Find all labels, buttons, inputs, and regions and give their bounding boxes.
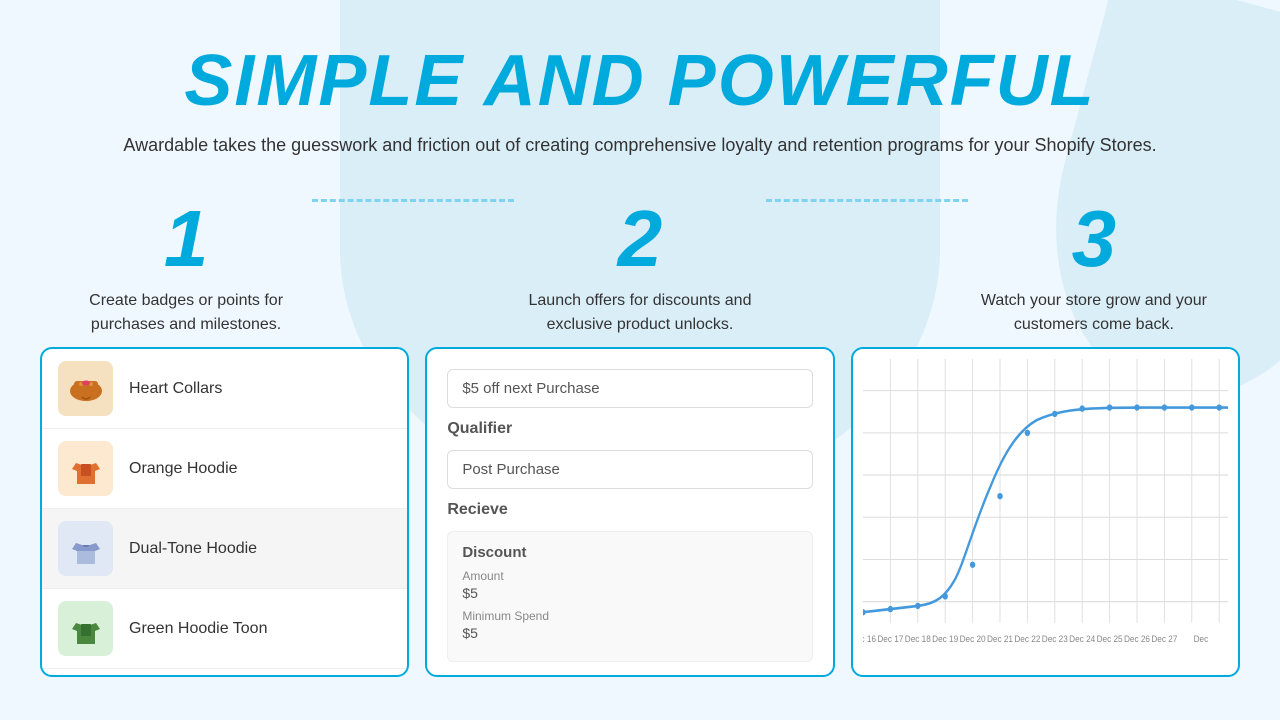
svg-text:Dec 24: Dec 24 — [1069, 633, 1095, 644]
product-name-orange-hoodie: Orange Hoodie — [129, 460, 238, 478]
list-item[interactable]: Dual-Tone Hoodie — [42, 509, 407, 589]
step-1-number: 1 — [60, 199, 312, 279]
cards-section: Heart Collars Orange Hoodie — [0, 347, 1280, 677]
receive-label: Recieve — [447, 501, 812, 519]
discount-section: Discount Amount $5 Minimum Spend $5 — [447, 531, 812, 662]
product-name-collars: Heart Collars — [129, 380, 222, 398]
svg-text:Dec 27: Dec 27 — [1151, 633, 1177, 644]
product-name-green-hoodie: Green Hoodie Toon — [129, 620, 267, 638]
svg-text:Dec 25: Dec 25 — [1096, 633, 1122, 644]
dashed-line-1 — [312, 199, 514, 202]
list-item[interactable]: Green Hoodie Toon — [42, 589, 407, 669]
step-3-desc: Watch your store grow and your customers… — [968, 289, 1220, 337]
svg-text:Dec 23: Dec 23 — [1041, 633, 1067, 644]
product-name-dual-hoodie: Dual-Tone Hoodie — [129, 540, 257, 558]
step-3-number: 3 — [968, 199, 1220, 279]
steps-section: 1 Create badges or points for purchases … — [0, 179, 1280, 347]
list-item[interactable]: Heart Collars — [42, 349, 407, 429]
svg-text:Dec 18: Dec 18 — [904, 633, 930, 644]
svg-text:Dec 26: Dec 26 — [1124, 633, 1150, 644]
offer-form-card: $5 off next Purchase Qualifier Post Purc… — [425, 347, 834, 677]
product-icon-orange-hoodie — [58, 441, 113, 496]
chart-card: Dec 16 Dec 17 Dec 18 Dec 19 Dec 20 Dec 2… — [851, 347, 1240, 677]
step-2: 2 Launch offers for discounts and exclus… — [514, 199, 766, 337]
dashed-line-2 — [766, 199, 968, 202]
discount-label: Discount — [462, 544, 797, 561]
svg-text:Dec 16: Dec 16 — [863, 633, 876, 644]
step-1: 1 Create badges or points for purchases … — [60, 199, 312, 337]
min-spend-value: $5 — [462, 625, 797, 641]
product-list-card: Heart Collars Orange Hoodie — [40, 347, 409, 677]
product-icon-dual-hoodie — [58, 521, 113, 576]
product-icon-collars — [58, 361, 113, 416]
chart-area: Dec 16 Dec 17 Dec 18 Dec 19 Dec 20 Dec 2… — [863, 359, 1228, 665]
svg-text:Dec 20: Dec 20 — [959, 633, 985, 644]
svg-text:Dec 17: Dec 17 — [877, 633, 903, 644]
header-section: SIMPLE AND POWERFUL Awardable takes the … — [0, 0, 1280, 179]
step-3: 3 Watch your store grow and your custome… — [968, 199, 1220, 337]
min-spend-row: Minimum Spend $5 — [462, 609, 797, 641]
svg-text:Dec: Dec — [1193, 633, 1208, 644]
amount-value: $5 — [462, 585, 797, 601]
main-title: SIMPLE AND POWERFUL — [20, 40, 1260, 122]
growth-chart: Dec 16 Dec 17 Dec 18 Dec 19 Dec 20 Dec 2… — [863, 359, 1228, 665]
min-spend-label: Minimum Spend — [462, 609, 797, 623]
product-icon-green-hoodie — [58, 601, 113, 656]
list-item[interactable]: Starry Baby Joy — [42, 669, 407, 677]
connector-2-3 — [766, 199, 968, 242]
list-item[interactable]: Orange Hoodie — [42, 429, 407, 509]
step-1-desc: Create badges or points for purchases an… — [60, 289, 312, 337]
svg-text:Dec 21: Dec 21 — [987, 633, 1013, 644]
svg-text:Dec 22: Dec 22 — [1014, 633, 1040, 644]
amount-label: Amount — [462, 569, 797, 583]
svg-text:Dec 19: Dec 19 — [932, 633, 958, 644]
step-2-desc: Launch offers for discounts and exclusiv… — [514, 289, 766, 337]
connector-1-2 — [312, 199, 514, 242]
qualifier-label: Qualifier — [447, 420, 812, 438]
step-2-number: 2 — [514, 199, 766, 279]
amount-row: Amount $5 — [462, 569, 797, 601]
offer-title: $5 off next Purchase — [447, 369, 812, 408]
subtitle: Awardable takes the guesswork and fricti… — [20, 132, 1260, 159]
qualifier-value: Post Purchase — [447, 450, 812, 489]
